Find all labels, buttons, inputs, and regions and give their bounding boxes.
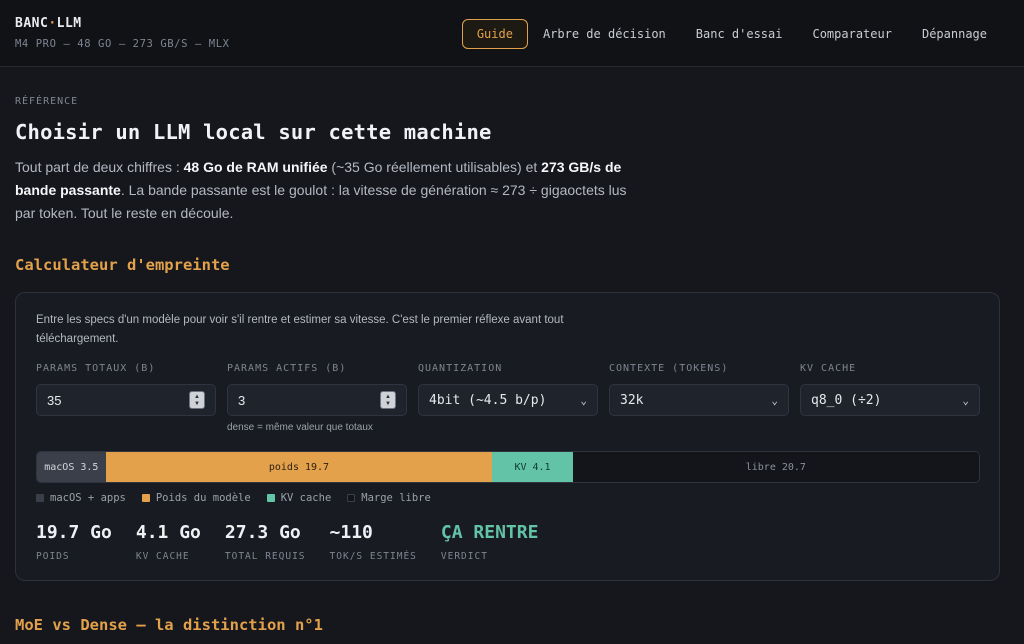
- params-total-label: PARAMS TOTAUX (B): [36, 363, 156, 374]
- stat-kv-label: KV CACHE: [135, 551, 190, 562]
- calculator-heading: Calculateur d'empreinte: [15, 256, 230, 274]
- chevron-down-icon: ⌄: [962, 393, 969, 407]
- params-active-field: PARAMS ACTIFS (B) 3 ▲ ▼ dense = même vale…: [227, 363, 407, 433]
- page-title: Choisir un LLM local sur cette machine: [15, 120, 492, 144]
- legend-item: KV cache: [266, 492, 332, 504]
- legend-item: Marge libre: [347, 492, 431, 504]
- stat-weights: 19.7 Go POIDS: [36, 522, 112, 562]
- nav-decision-tree[interactable]: Arbre de décision: [528, 19, 681, 49]
- params-total-field: PARAMS TOTAUX (B) 35 ▲ ▼: [36, 363, 216, 416]
- quantization-select[interactable]: 4bit (~4.5 b/p) ⌄: [418, 384, 598, 416]
- legend-swatch: [266, 494, 275, 502]
- params-total-input[interactable]: 35 ▲ ▼: [36, 384, 216, 416]
- top-navigation-bar: BANC·LLM M4 PRO — 48 GO — 273 GB/S — MLX…: [0, 0, 1024, 67]
- context-label: CONTEXTE (TOKENS): [609, 363, 729, 374]
- section-eyebrow: RÉFÉRENCE: [15, 96, 79, 107]
- brand-title-part: LLM: [56, 16, 82, 31]
- nav-guide[interactable]: Guide: [461, 19, 528, 49]
- number-spinner-icon[interactable]: ▲ ▼: [189, 391, 205, 409]
- stat-verdict: ÇA RENTRE VERDICT: [441, 522, 539, 562]
- brand-title[interactable]: BANC·LLM: [15, 16, 230, 31]
- stat-speed: ~110 TOK/S ESTIMÉS: [330, 522, 417, 562]
- memory-segment-weights: poids 19.7: [105, 452, 493, 482]
- main-nav: Guide Arbre de décision Banc d'essai Com…: [461, 19, 1002, 49]
- verdict-value: ÇA RENTRE: [440, 522, 539, 543]
- params-active-input[interactable]: 3 ▲ ▼: [227, 384, 407, 416]
- nav-troubleshooting[interactable]: Dépannage: [907, 19, 1002, 49]
- brand-title-part: BANC: [15, 16, 49, 31]
- stat-speed-value: ~110: [329, 522, 373, 543]
- verdict-label: VERDICT: [440, 551, 488, 562]
- stat-total-label: TOTAL REQUIS: [224, 551, 306, 562]
- brand-title-dot: ·: [48, 16, 57, 31]
- kv-cache-value: q8_0 (÷2): [811, 392, 882, 408]
- kv-cache-label: KV CACHE: [800, 363, 857, 374]
- intro-text: Tout part de deux chiffres :: [15, 159, 184, 175]
- legend-label: macOS + apps: [50, 492, 126, 504]
- legend-swatch: [141, 494, 150, 502]
- quantization-label: QUANTIZATION: [418, 363, 503, 374]
- params-total-value: 35: [47, 392, 62, 408]
- quantization-field: QUANTIZATION 4bit (~4.5 b/p) ⌄: [418, 363, 598, 416]
- legend-label: Poids du modèle: [155, 492, 251, 504]
- context-value: 32k: [620, 392, 644, 408]
- legend-swatch: [36, 494, 44, 502]
- params-active-hint: dense = même valeur que totaux: [227, 422, 373, 433]
- stat-kv-value: 4.1 Go: [135, 522, 201, 543]
- quantization-value: 4bit (~4.5 b/p): [429, 392, 547, 408]
- stat-kv: 4.1 Go KV CACHE: [136, 522, 201, 562]
- intro-paragraph: Tout part de deux chiffres : 48 Go de RA…: [15, 156, 645, 225]
- legend-item: macOS + apps: [36, 492, 126, 504]
- intro-text: (~35 Go réellement utilisables) et: [327, 159, 542, 175]
- params-active-label: PARAMS ACTIFS (B): [227, 363, 347, 374]
- stat-total-value: 27.3 Go: [224, 522, 301, 543]
- stat-weights-value: 19.7 Go: [36, 522, 112, 543]
- context-select[interactable]: 32k ⌄: [609, 384, 789, 416]
- memory-legend: macOS + apps Poids du modèle KV cache Marge…: [36, 492, 431, 504]
- calculator-description: Entre les specs d'un modèle pour voir s'…: [36, 314, 564, 345]
- stat-total: 27.3 Go TOTAL REQUIS: [225, 522, 306, 562]
- legend-item: Poids du modèle: [141, 492, 251, 504]
- nav-comparator[interactable]: Comparateur: [797, 19, 906, 49]
- intro-emphasis-ram: 48 Go de RAM unifiée: [183, 159, 328, 175]
- chevron-down-icon: ⌄: [580, 393, 587, 407]
- params-active-value: 3: [238, 392, 246, 408]
- kv-cache-field: KV CACHE q8_0 (÷2) ⌄: [800, 363, 980, 416]
- kv-cache-select[interactable]: q8_0 (÷2) ⌄: [800, 384, 980, 416]
- nav-test-bench[interactable]: Banc d'essai: [681, 19, 798, 49]
- moe-section-heading: MoE vs Dense — la distinction n°1: [15, 616, 323, 634]
- memory-footprint-bar: macOS 3.5 poids 19.7 KV 4.1 libre 20.7: [36, 451, 980, 483]
- memory-segment-free: libre 20.7: [572, 452, 979, 482]
- number-spinner-icon[interactable]: ▲ ▼: [380, 391, 396, 409]
- chevron-down-icon: ⌄: [771, 393, 778, 407]
- legend-label: KV cache: [280, 492, 332, 504]
- memory-segment-os: macOS 3.5: [37, 452, 106, 482]
- legend-label: Marge libre: [361, 492, 431, 504]
- stat-speed-label: TOK/S ESTIMÉS: [329, 551, 417, 562]
- footprint-calculator-card: Entre les specs d'un modèle pour voir s'…: [15, 292, 1000, 581]
- context-field: CONTEXTE (TOKENS) 32k ⌄: [609, 363, 789, 416]
- legend-swatch: [347, 494, 356, 502]
- brand-subtitle: M4 PRO — 48 GO — 273 GB/S — MLX: [15, 38, 230, 50]
- brand: BANC·LLM M4 PRO — 48 GO — 273 GB/S — MLX: [15, 16, 230, 50]
- stat-weights-label: POIDS: [36, 551, 70, 562]
- result-stats: 19.7 Go POIDS 4.1 Go KV CACHE 27.3 Go TO…: [36, 522, 562, 562]
- memory-segment-kv: KV 4.1: [492, 452, 573, 482]
